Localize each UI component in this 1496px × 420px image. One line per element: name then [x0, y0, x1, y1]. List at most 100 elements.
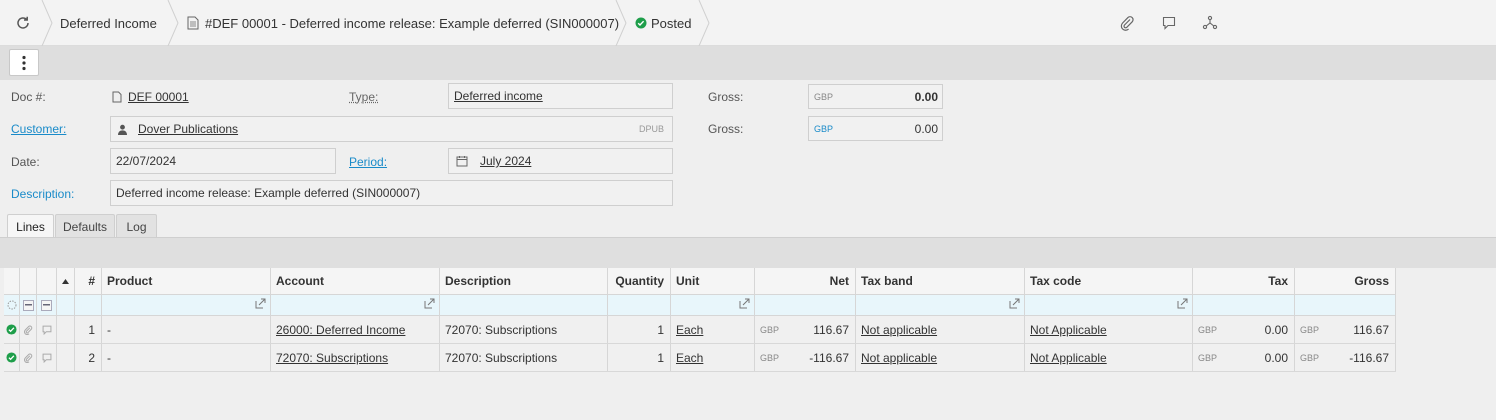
row-description[interactable]: 72070: Subscriptions	[440, 316, 608, 343]
filter-tax-band[interactable]	[856, 295, 1025, 315]
tax-code-link[interactable]: Not Applicable	[1030, 351, 1107, 365]
row-tax-band[interactable]: Not applicable	[856, 344, 1025, 371]
row-gross[interactable]: GBP -116.67	[1295, 344, 1396, 371]
date-field[interactable]: 22/07/2024	[110, 148, 336, 174]
row-note[interactable]	[37, 316, 57, 343]
period-label[interactable]: Period:	[349, 155, 387, 169]
gross-value: 0.00	[914, 89, 938, 104]
row-note[interactable]	[37, 344, 57, 371]
net-value: 116.67	[813, 322, 849, 337]
tax-band-link[interactable]: Not applicable	[861, 351, 937, 365]
header-tax-band[interactable]: Tax band	[856, 268, 1025, 294]
tab-defaults[interactable]: Defaults	[55, 214, 115, 238]
row-tax-band[interactable]: Not applicable	[856, 316, 1025, 343]
description-field[interactable]: Deferred income release: Example deferre…	[110, 180, 673, 206]
row-tax-code[interactable]: Not Applicable	[1025, 344, 1193, 371]
currency-code: GBP	[1198, 324, 1218, 335]
row-net[interactable]: GBP -116.67	[755, 344, 856, 371]
open-lookup-icon[interactable]	[739, 298, 750, 309]
row-product[interactable]: -	[102, 344, 271, 371]
sort-ascending-button[interactable]	[57, 268, 75, 294]
open-lookup-icon[interactable]	[255, 298, 266, 309]
header-net[interactable]: Net	[755, 268, 856, 294]
breadcrumb-module[interactable]: Deferred Income	[60, 0, 157, 46]
row-account[interactable]: 72070: Subscriptions	[271, 344, 440, 371]
row-product[interactable]: -	[102, 316, 271, 343]
row-gross[interactable]: GBP 116.67	[1295, 316, 1396, 343]
open-lookup-icon[interactable]	[424, 298, 435, 309]
type-field[interactable]: Deferred income	[448, 83, 673, 109]
description-value: Deferred income release: Example deferre…	[116, 186, 421, 200]
filter-note-toggle[interactable]	[37, 295, 57, 315]
table-row[interactable]: 1 - 26000: Deferred Income 72070: Subscr…	[4, 316, 1396, 344]
tax-code-link[interactable]: Not Applicable	[1030, 323, 1107, 337]
row-tax[interactable]: GBP 0.00	[1193, 316, 1295, 343]
row-spacer	[57, 344, 75, 371]
attachments-button[interactable]	[1117, 13, 1137, 33]
filter-tax[interactable]	[1193, 295, 1295, 315]
header-gross[interactable]: Gross	[1295, 268, 1396, 294]
row-tax[interactable]: GBP 0.00	[1193, 344, 1295, 371]
header-tax[interactable]: Tax	[1193, 268, 1295, 294]
row-unit[interactable]: Each	[671, 316, 755, 343]
row-unit[interactable]: Each	[671, 344, 755, 371]
filter-num[interactable]	[75, 295, 102, 315]
comments-button[interactable]	[1159, 13, 1179, 33]
header-quantity[interactable]: Quantity	[608, 268, 671, 294]
grid-filter-row	[4, 295, 1396, 316]
unit-link[interactable]: Each	[676, 351, 703, 365]
header-account[interactable]: Account	[271, 268, 440, 294]
open-lookup-icon[interactable]	[1177, 298, 1188, 309]
row-num: 1	[75, 316, 102, 343]
tab-log[interactable]: Log	[116, 214, 157, 238]
header-unit[interactable]: Unit	[671, 268, 755, 294]
header-tax-code[interactable]: Tax code	[1025, 268, 1193, 294]
filter-account[interactable]	[271, 295, 440, 315]
header-product[interactable]: Product	[102, 268, 271, 294]
unit-link[interactable]: Each	[676, 323, 703, 337]
grid-header-row: # Product Account Description Quantity U…	[4, 268, 1396, 295]
filter-quantity[interactable]	[608, 295, 671, 315]
open-lookup-icon[interactable]	[1009, 298, 1020, 309]
currency-code: GBP	[1300, 324, 1320, 335]
row-description[interactable]: 72070: Subscriptions	[440, 344, 608, 371]
filter-description[interactable]	[440, 295, 608, 315]
row-quantity[interactable]: 1	[608, 316, 671, 343]
refresh-button[interactable]	[10, 11, 36, 35]
row-attach[interactable]	[20, 316, 37, 343]
breadcrumb-document[interactable]: #DEF 00001 - Deferred income release: Ex…	[187, 0, 619, 46]
paperclip-icon	[23, 325, 33, 335]
row-status	[4, 316, 20, 343]
date-value: 22/07/2024	[116, 154, 177, 168]
row-net[interactable]: GBP 116.67	[755, 316, 856, 343]
row-quantity[interactable]: 1	[608, 344, 671, 371]
customer-field[interactable]: Dover Publications DPUB	[110, 116, 673, 142]
check-circle-icon	[635, 17, 647, 29]
person-icon	[118, 124, 127, 135]
account-link[interactable]: 72070: Subscriptions	[276, 351, 388, 365]
account-link[interactable]: 26000: Deferred Income	[276, 323, 405, 337]
filter-net[interactable]	[755, 295, 856, 315]
table-row[interactable]: 2 - 72070: Subscriptions 72070: Subscrip…	[4, 344, 1396, 372]
header-description[interactable]: Description	[440, 268, 608, 294]
more-actions-button[interactable]	[9, 49, 39, 76]
row-status	[4, 344, 20, 371]
minus-box-icon	[22, 299, 34, 311]
tab-lines[interactable]: Lines	[7, 214, 54, 239]
row-tax-code[interactable]: Not Applicable	[1025, 316, 1193, 343]
row-attach[interactable]	[20, 344, 37, 371]
workflow-button[interactable]	[1200, 13, 1220, 33]
tax-band-link[interactable]: Not applicable	[861, 323, 937, 337]
period-field[interactable]: July 2024	[448, 148, 673, 174]
net-value: -116.67	[809, 350, 849, 365]
doc-number-link[interactable]: DEF 00001	[112, 88, 189, 106]
customer-label[interactable]: Customer:	[11, 122, 66, 136]
filter-product[interactable]	[102, 295, 271, 315]
header-num[interactable]: #	[75, 268, 102, 294]
filter-tax-code[interactable]	[1025, 295, 1193, 315]
filter-attach-toggle[interactable]	[20, 295, 37, 315]
filter-unit[interactable]	[671, 295, 755, 315]
row-account[interactable]: 26000: Deferred Income	[271, 316, 440, 343]
filter-status-toggle[interactable]	[4, 295, 20, 315]
filter-gross[interactable]	[1295, 295, 1396, 315]
